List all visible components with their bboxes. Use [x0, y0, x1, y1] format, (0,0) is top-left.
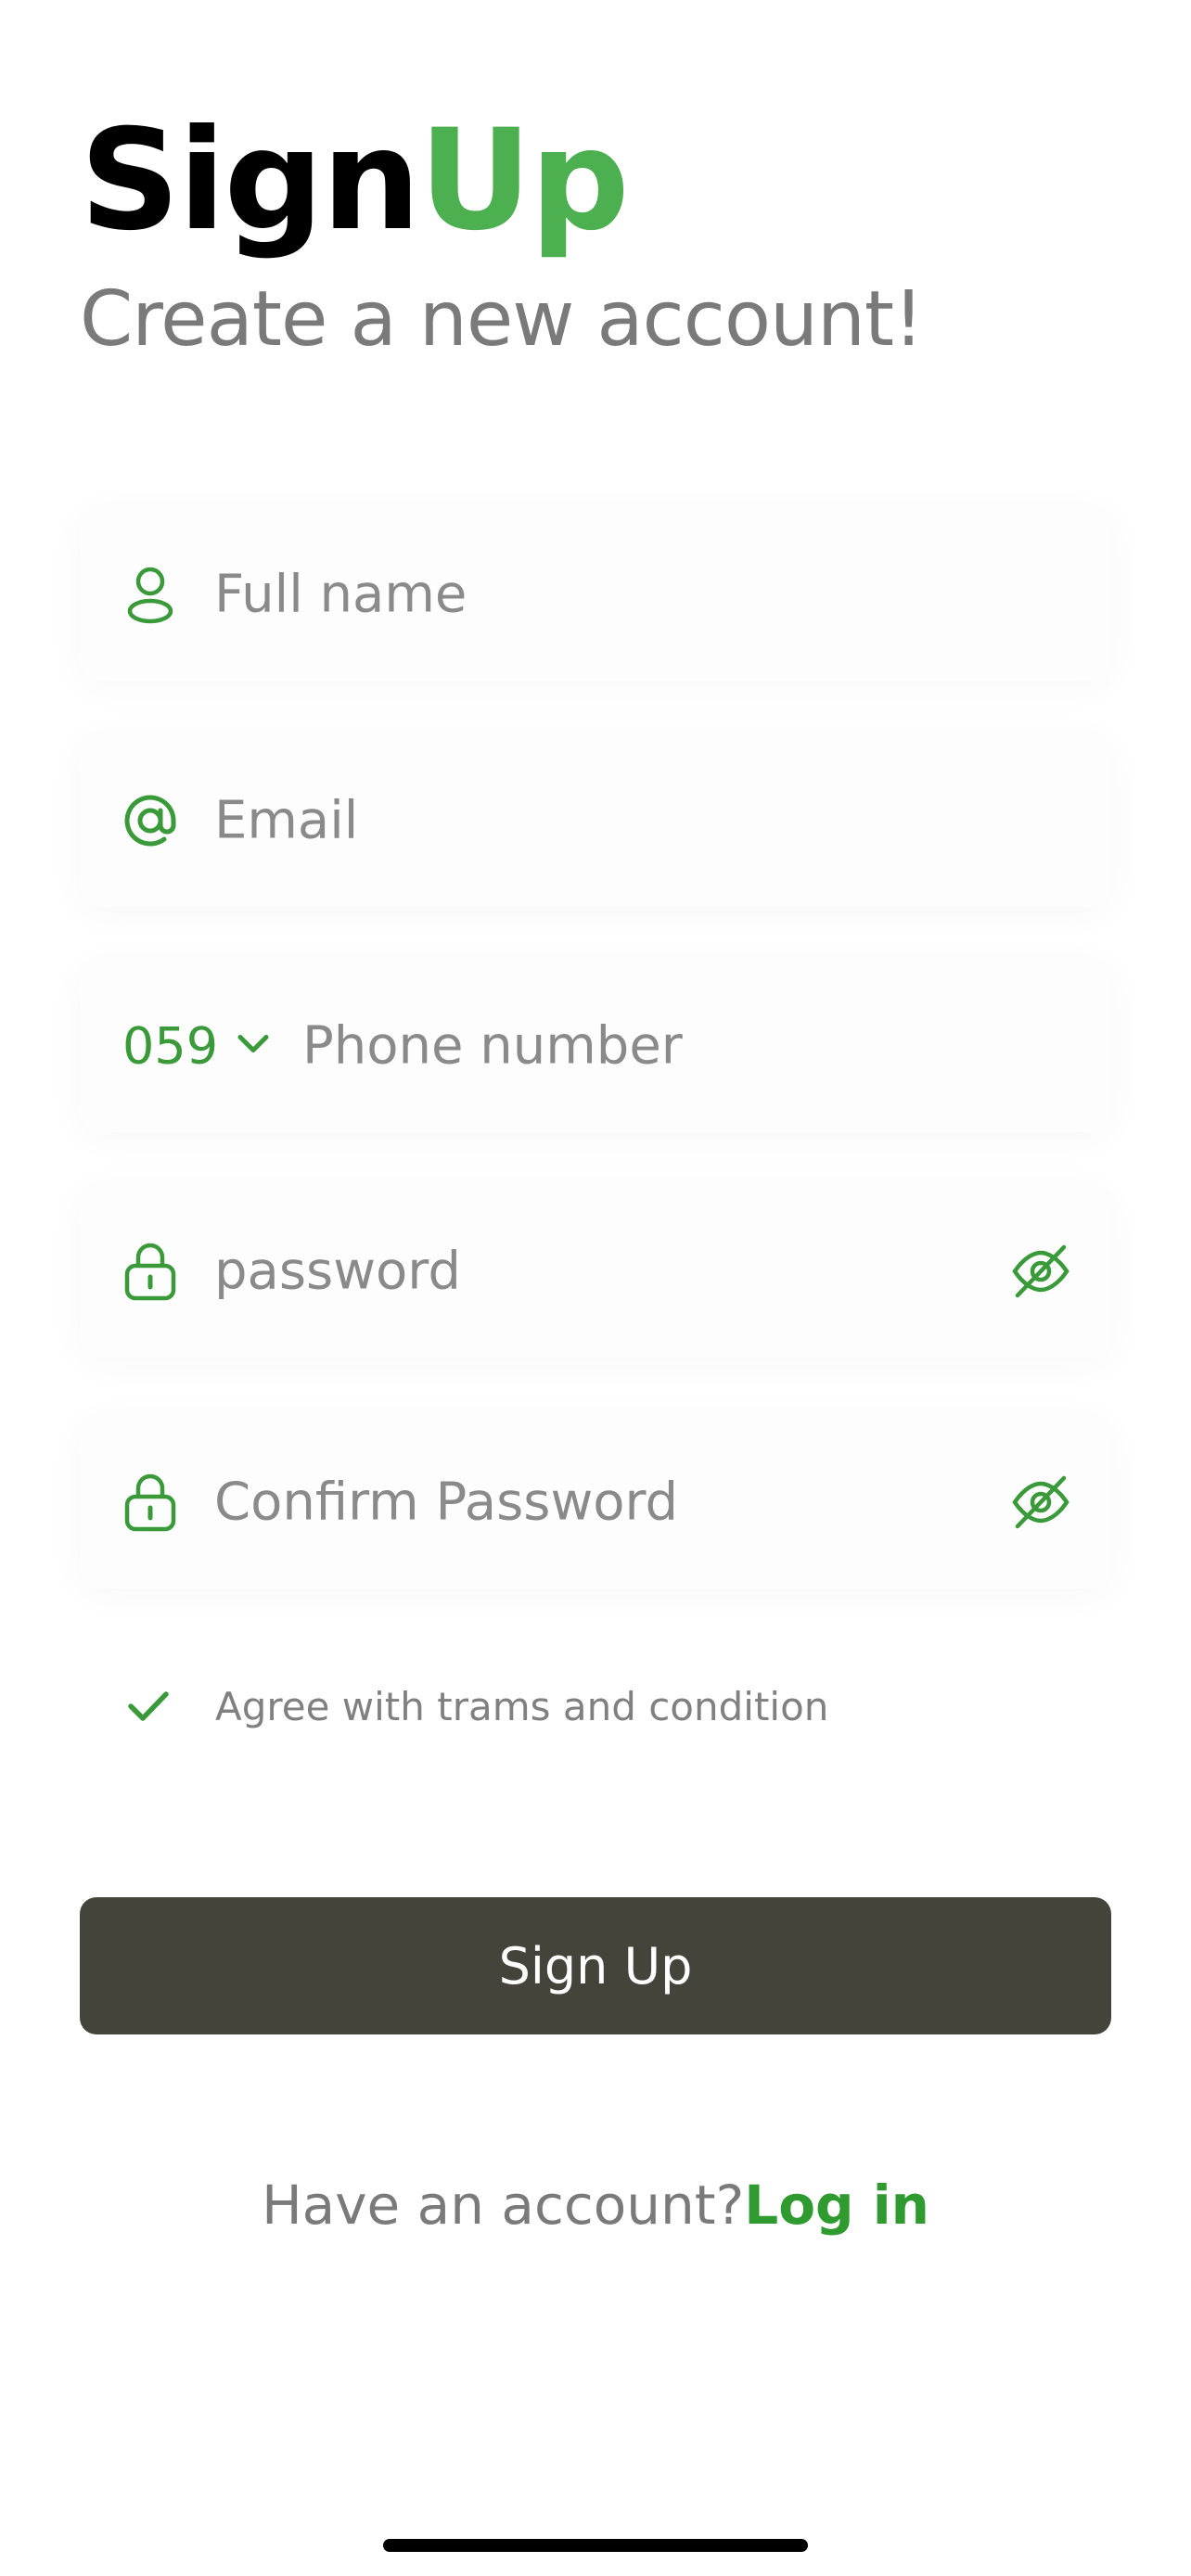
- confirm-password-field[interactable]: Confirm Password: [80, 1416, 1111, 1588]
- full-name-field[interactable]: Full name: [80, 508, 1111, 681]
- login-link[interactable]: Log in: [744, 2174, 929, 2237]
- page-subtitle: Create a new account!: [80, 275, 924, 363]
- at-icon: [117, 787, 184, 854]
- lock-icon: [117, 1469, 184, 1536]
- password-input[interactable]: password: [214, 1242, 461, 1302]
- have-account-text: Have an account?: [262, 2174, 745, 2237]
- agree-terms-label: Agree with trams and condition: [215, 1683, 829, 1729]
- chevron-down-icon: [237, 1033, 270, 1060]
- full-name-input[interactable]: Full name: [214, 565, 467, 625]
- phone-field[interactable]: 059 Phone number: [80, 960, 1111, 1132]
- login-prompt: Have an account?Log in: [0, 2174, 1191, 2237]
- lock-icon: [117, 1238, 184, 1305]
- country-code-select[interactable]: 059: [122, 1017, 270, 1076]
- email-field[interactable]: Email: [80, 734, 1111, 907]
- email-input[interactable]: Email: [214, 791, 358, 851]
- title-part-sign: Sign: [80, 100, 421, 261]
- title-part-up: Up: [418, 100, 630, 261]
- confirm-password-input[interactable]: Confirm Password: [214, 1473, 678, 1533]
- agree-terms-checkbox[interactable]: Agree with trams and condition: [121, 1678, 828, 1734]
- password-field[interactable]: password: [80, 1185, 1111, 1358]
- check-icon: [121, 1678, 176, 1734]
- phone-number-input[interactable]: Phone number: [302, 1016, 683, 1077]
- eye-off-icon[interactable]: [1004, 1234, 1078, 1308]
- country-code: 059: [122, 1016, 219, 1076]
- eye-off-icon[interactable]: [1004, 1465, 1078, 1539]
- home-indicator[interactable]: [383, 2539, 808, 2552]
- signup-button[interactable]: Sign Up: [80, 1897, 1111, 2034]
- user-icon: [117, 561, 184, 628]
- page-title: SignUp: [80, 111, 630, 250]
